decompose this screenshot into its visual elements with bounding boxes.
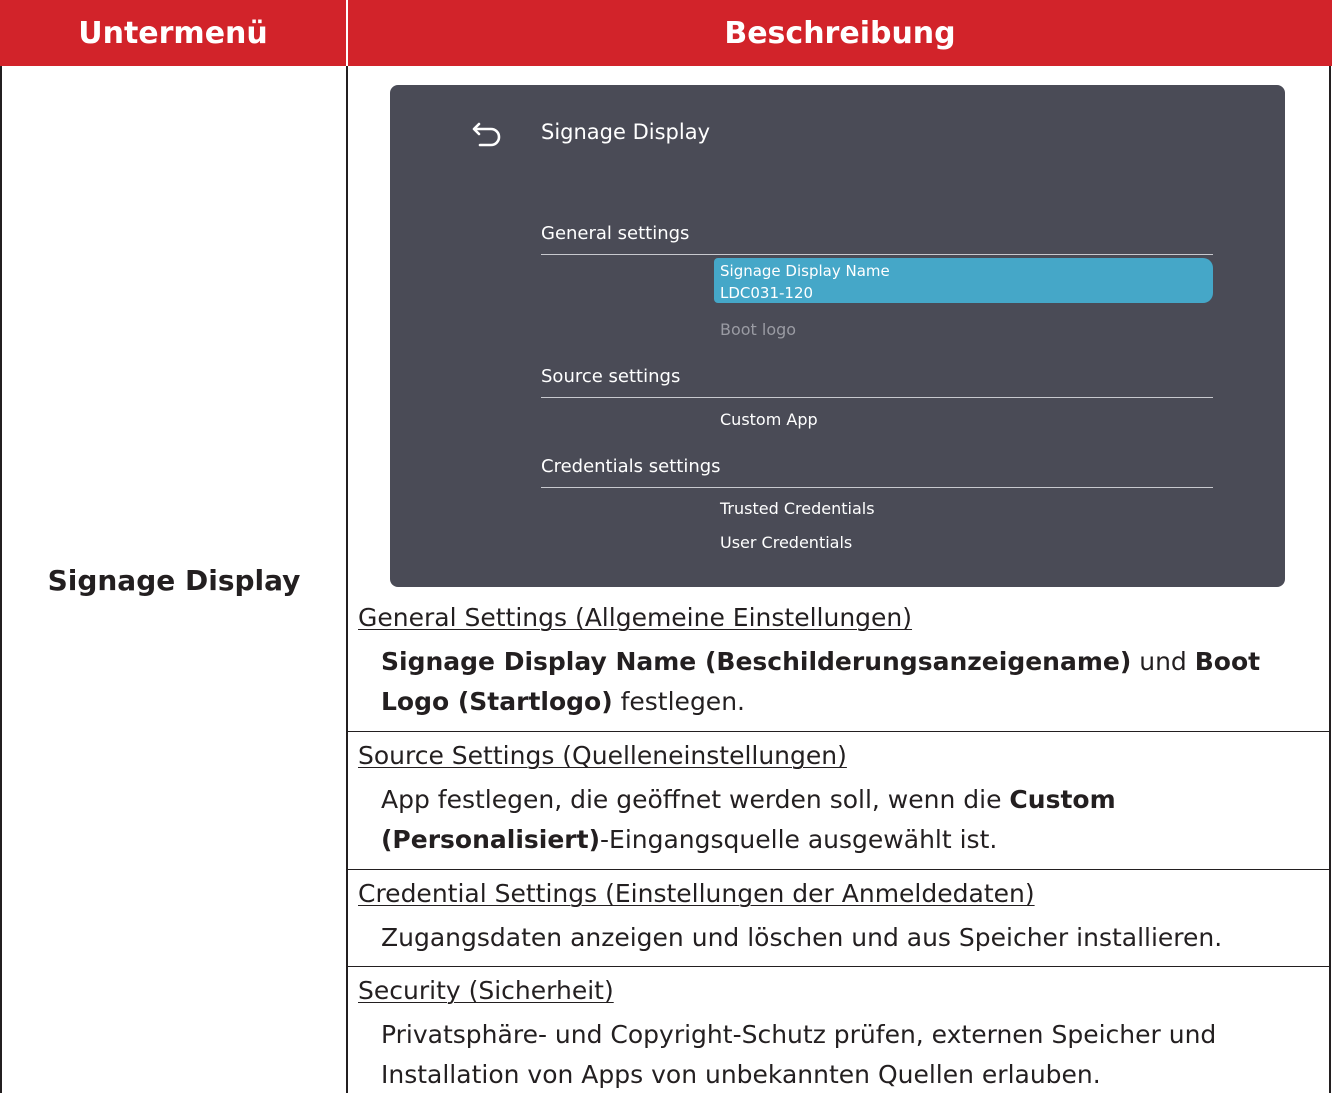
menu-item-value: LDC031-120 xyxy=(720,284,814,302)
row-separator xyxy=(348,869,1329,870)
bold-term: Signage Display Name (Beschilderungsanze… xyxy=(381,647,1132,676)
row-separator xyxy=(348,966,1329,967)
source-settings-text: App festlegen, die geöffnet werden soll,… xyxy=(381,780,1311,860)
table-border-right xyxy=(1329,66,1331,1093)
text-run: App festlegen, die geöffnet werden soll,… xyxy=(381,785,1010,814)
table-header: Untermenü Beschreibung xyxy=(0,0,1332,66)
submenu-table: Untermenü Beschreibung Signage Display S… xyxy=(0,0,1332,1093)
security-text: Privatsphäre- und Copyright-Schutz prüfe… xyxy=(381,1020,1217,1089)
table-border-middle xyxy=(346,66,348,1093)
menu-item-label: Signage Display Name xyxy=(720,262,890,280)
text-run: und xyxy=(1131,647,1195,676)
menu-item-trusted-credentials[interactable]: Trusted Credentials xyxy=(720,499,875,518)
section-source-settings: Source settings xyxy=(541,366,681,387)
submenu-name: Signage Display xyxy=(47,564,301,597)
credential-settings-text: Zugangsdaten anzeigen und löschen und au… xyxy=(381,923,1223,952)
menu-item-user-credentials[interactable]: User Credentials xyxy=(720,533,852,552)
row-separator xyxy=(348,731,1329,732)
text-run: festlegen. xyxy=(612,687,745,716)
credential-settings-heading: Credential Settings (Einstellungen der A… xyxy=(358,879,1035,908)
screen-title: Signage Display xyxy=(541,120,711,144)
menu-item-custom-app[interactable]: Custom App xyxy=(720,410,818,429)
menu-item-boot-logo[interactable]: Boot logo xyxy=(720,320,796,339)
header-submenu: Untermenü xyxy=(78,15,268,51)
section-divider xyxy=(541,397,1213,398)
section-divider xyxy=(541,254,1213,255)
header-description: Beschreibung xyxy=(724,15,956,51)
text-run: -Eingangsquelle ausgewählt ist. xyxy=(600,825,998,854)
section-credentials-settings: Credentials settings xyxy=(541,456,721,477)
back-arrow-icon xyxy=(472,122,501,147)
section-divider xyxy=(541,487,1213,488)
section-general-settings: General settings xyxy=(541,223,690,244)
security-heading: Security (Sicherheit) xyxy=(358,976,614,1005)
source-settings-heading: Source Settings (Quelleneinstellungen) xyxy=(358,741,847,770)
general-settings-text: Signage Display Name (Beschilderungsanze… xyxy=(381,642,1311,722)
general-settings-heading: General Settings (Allgemeine Einstellung… xyxy=(358,603,913,632)
